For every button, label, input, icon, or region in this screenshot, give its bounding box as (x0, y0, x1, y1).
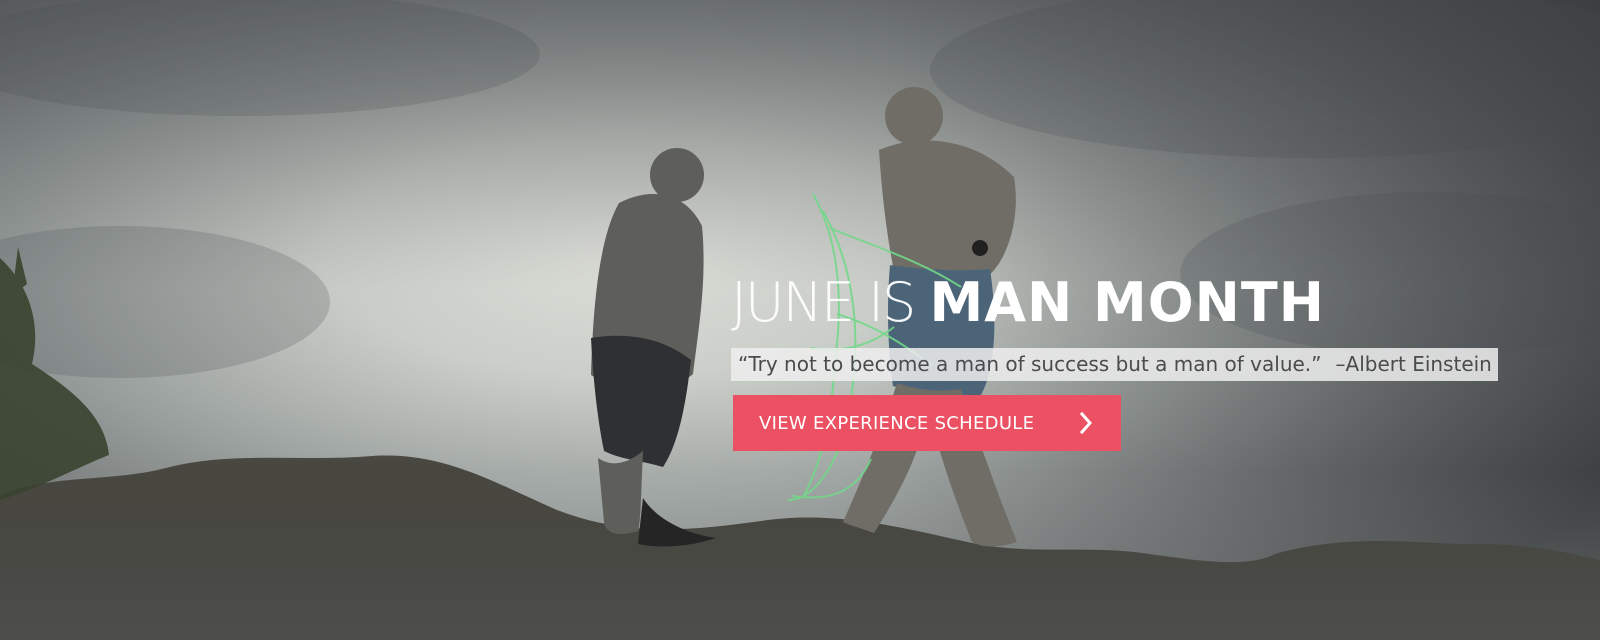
page-title: JUNE IS MAN MONTH (731, 276, 1325, 330)
quote-text: “Try not to become a man of success but … (738, 352, 1322, 376)
cta-button-label: VIEW EXPERIENCE SCHEDULE (759, 412, 1035, 434)
chevron-right-icon (1079, 411, 1093, 435)
quote-banner: “Try not to become a man of success but … (731, 348, 1498, 381)
headline-bold-text: MAN MONTH (929, 271, 1325, 334)
headline-light-text: JUNE IS (731, 271, 930, 334)
hero-banner: JUNE IS MAN MONTH “Try not to become a m… (0, 0, 1600, 640)
quote-author: –Albert Einstein (1335, 352, 1492, 376)
view-experience-schedule-button[interactable]: VIEW EXPERIENCE SCHEDULE (733, 395, 1121, 451)
